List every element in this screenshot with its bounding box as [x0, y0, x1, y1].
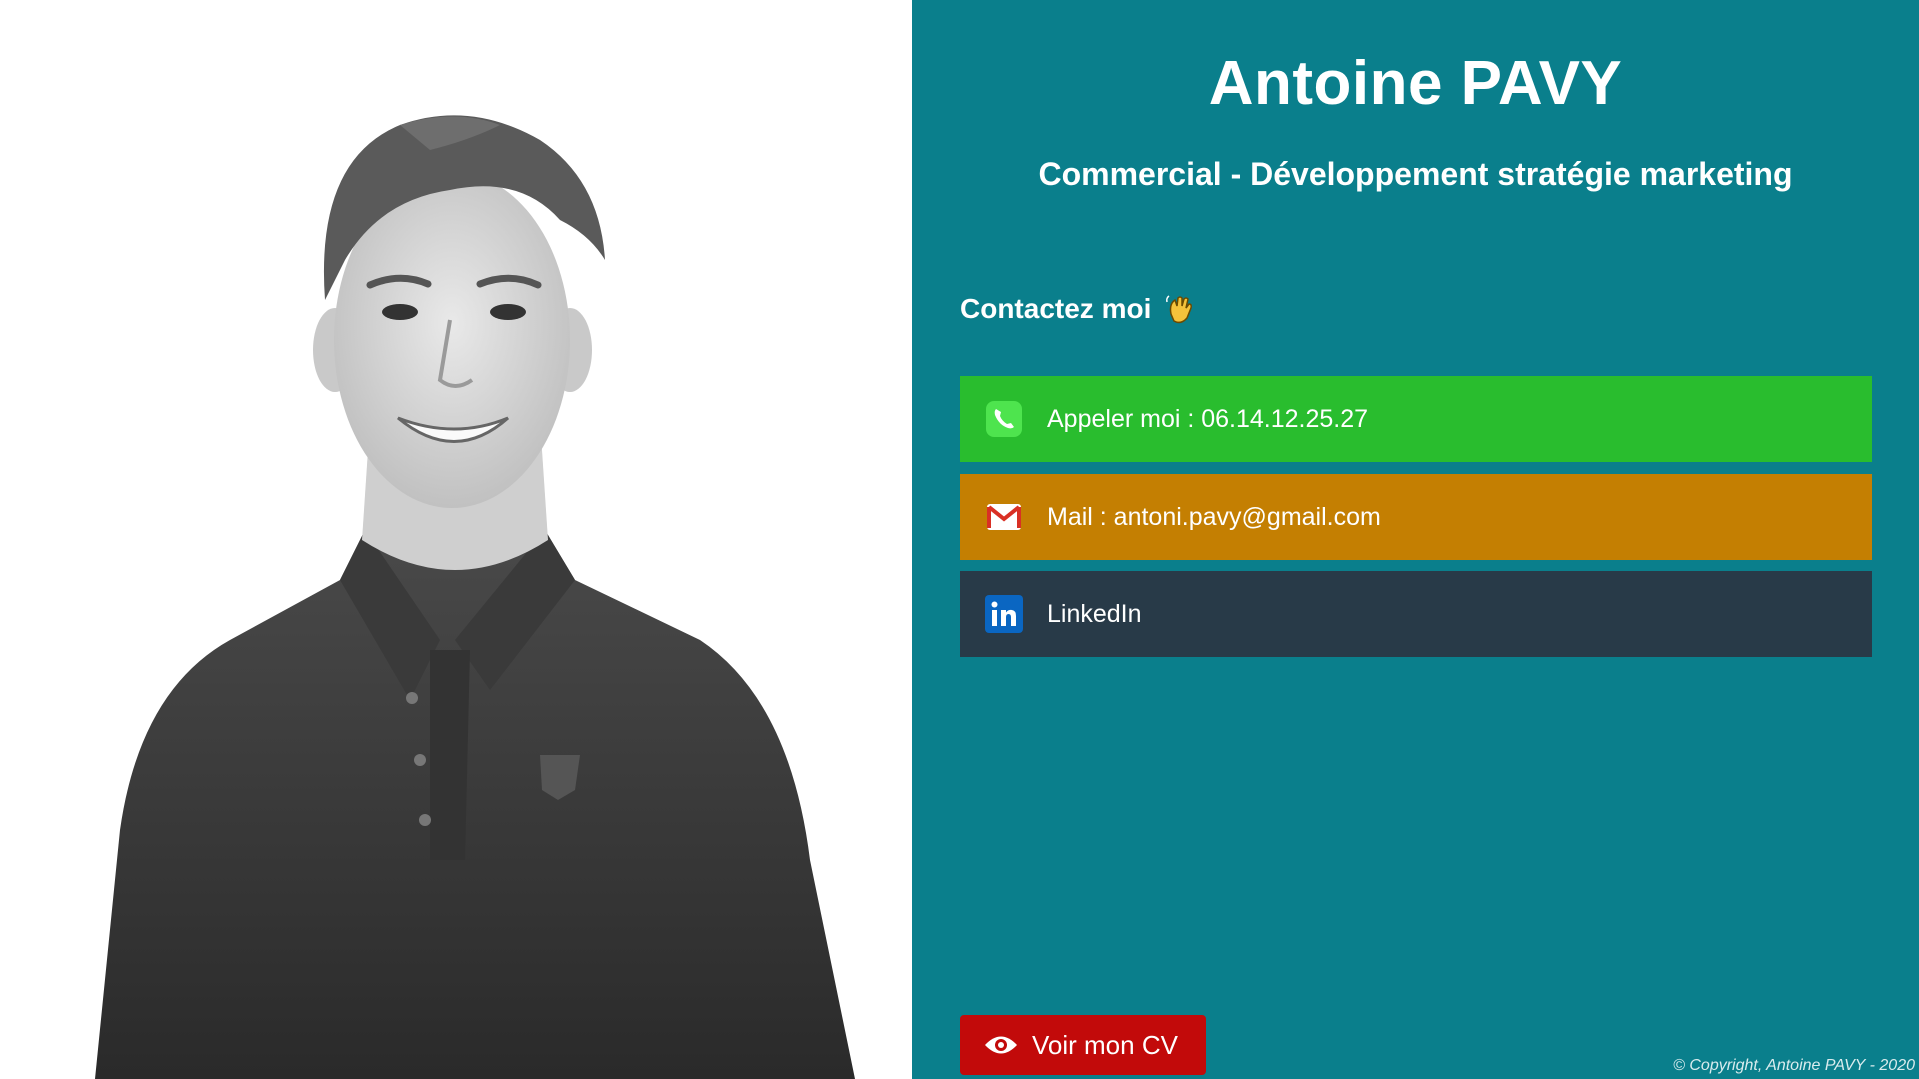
linkedin-button-label: LinkedIn [1047, 599, 1142, 628]
view-cv-label: Voir mon CV [1032, 1029, 1178, 1060]
mail-button[interactable]: Mail : antoni.pavy@gmail.com [960, 474, 1872, 560]
copyright-text: © Copyright, Antoine PAVY - 2020 [1673, 1057, 1915, 1074]
profile-photo-panel [0, 0, 912, 1079]
phone-icon [985, 400, 1023, 438]
contact-heading: Contactez moi [960, 292, 1197, 326]
mail-button-label: Mail : antoni.pavy@gmail.com [1047, 502, 1381, 531]
gmail-icon [985, 498, 1023, 536]
call-button[interactable]: Appeler moi : 06.14.12.25.27 [960, 376, 1872, 462]
profile-title: Commercial - Développement stratégie mar… [1038, 156, 1793, 192]
linkedin-button[interactable]: LinkedIn [960, 571, 1872, 657]
waving-hand-icon [1166, 295, 1193, 324]
view-cv-button[interactable]: Voir mon CV [960, 1015, 1206, 1075]
profile-name: Antoine PAVY [1208, 49, 1623, 118]
profile-photo [95, 115, 855, 1079]
call-button-label: Appeler moi : 06.14.12.25.27 [1047, 404, 1369, 433]
eye-icon [985, 1036, 1017, 1054]
linkedin-icon [985, 595, 1023, 633]
page: Antoine PAVY Commercial - Développement … [0, 0, 1919, 1079]
content-panel: Antoine PAVY Commercial - Développement … [912, 0, 1919, 1079]
contact-heading-label: Contactez moi [960, 293, 1152, 324]
